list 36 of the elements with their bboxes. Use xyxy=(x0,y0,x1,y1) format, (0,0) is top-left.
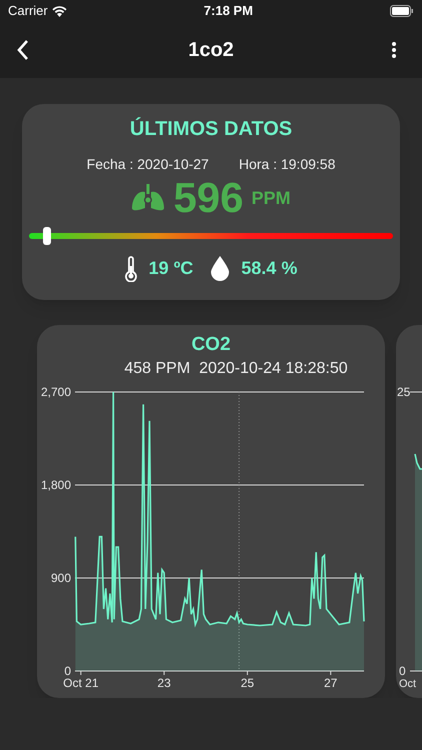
tick-mark xyxy=(80,670,82,676)
axis-label: 2,700 xyxy=(40,385,71,399)
date-label: Fecha : 2020-10-27 xyxy=(86,155,209,174)
axis-label: 27 xyxy=(324,676,338,690)
time-label: Hora : 19:09:58 xyxy=(238,155,336,174)
tick-mark xyxy=(246,670,248,676)
more-icon xyxy=(391,41,397,59)
status-time: 7:18 PM xyxy=(204,2,253,20)
axis-label: 1,800 xyxy=(40,478,71,492)
axis-label: 0 xyxy=(64,664,71,678)
chart-reading: 458 PPM 2020-10-24 18:28:50 xyxy=(123,359,348,379)
level-thumb[interactable] xyxy=(43,227,52,245)
co2-value: 596 xyxy=(173,177,244,219)
grid-line xyxy=(410,670,422,672)
axis-label: Oct 21 xyxy=(63,676,98,690)
thermometer-icon xyxy=(124,256,137,282)
tick-mark xyxy=(164,670,165,676)
carrier-label: Carrier xyxy=(8,2,48,20)
axis-label: 25 xyxy=(240,676,254,690)
axis-label: 0 xyxy=(399,664,406,678)
axis-label: 900 xyxy=(50,571,71,585)
co2-unit: PPM xyxy=(252,186,291,210)
battery-icon xyxy=(390,5,414,17)
wifi-icon xyxy=(52,6,67,16)
chart-title: CO2 xyxy=(191,332,231,357)
lungs-icon xyxy=(131,184,166,212)
axis-label: 23 xyxy=(157,676,171,690)
axis-label: 25 xyxy=(397,385,410,399)
temperature-value: 19 ºC xyxy=(148,257,194,280)
water-drop-icon xyxy=(211,256,230,281)
humidity-value: 58.4 % xyxy=(241,257,298,280)
page-title: 1co2 xyxy=(188,38,234,63)
tick-mark xyxy=(330,670,332,676)
axis-label: Oct xyxy=(399,678,416,690)
card-title: ÚLTIMOS DATOS xyxy=(130,116,292,142)
chevron-left-icon xyxy=(16,39,30,61)
